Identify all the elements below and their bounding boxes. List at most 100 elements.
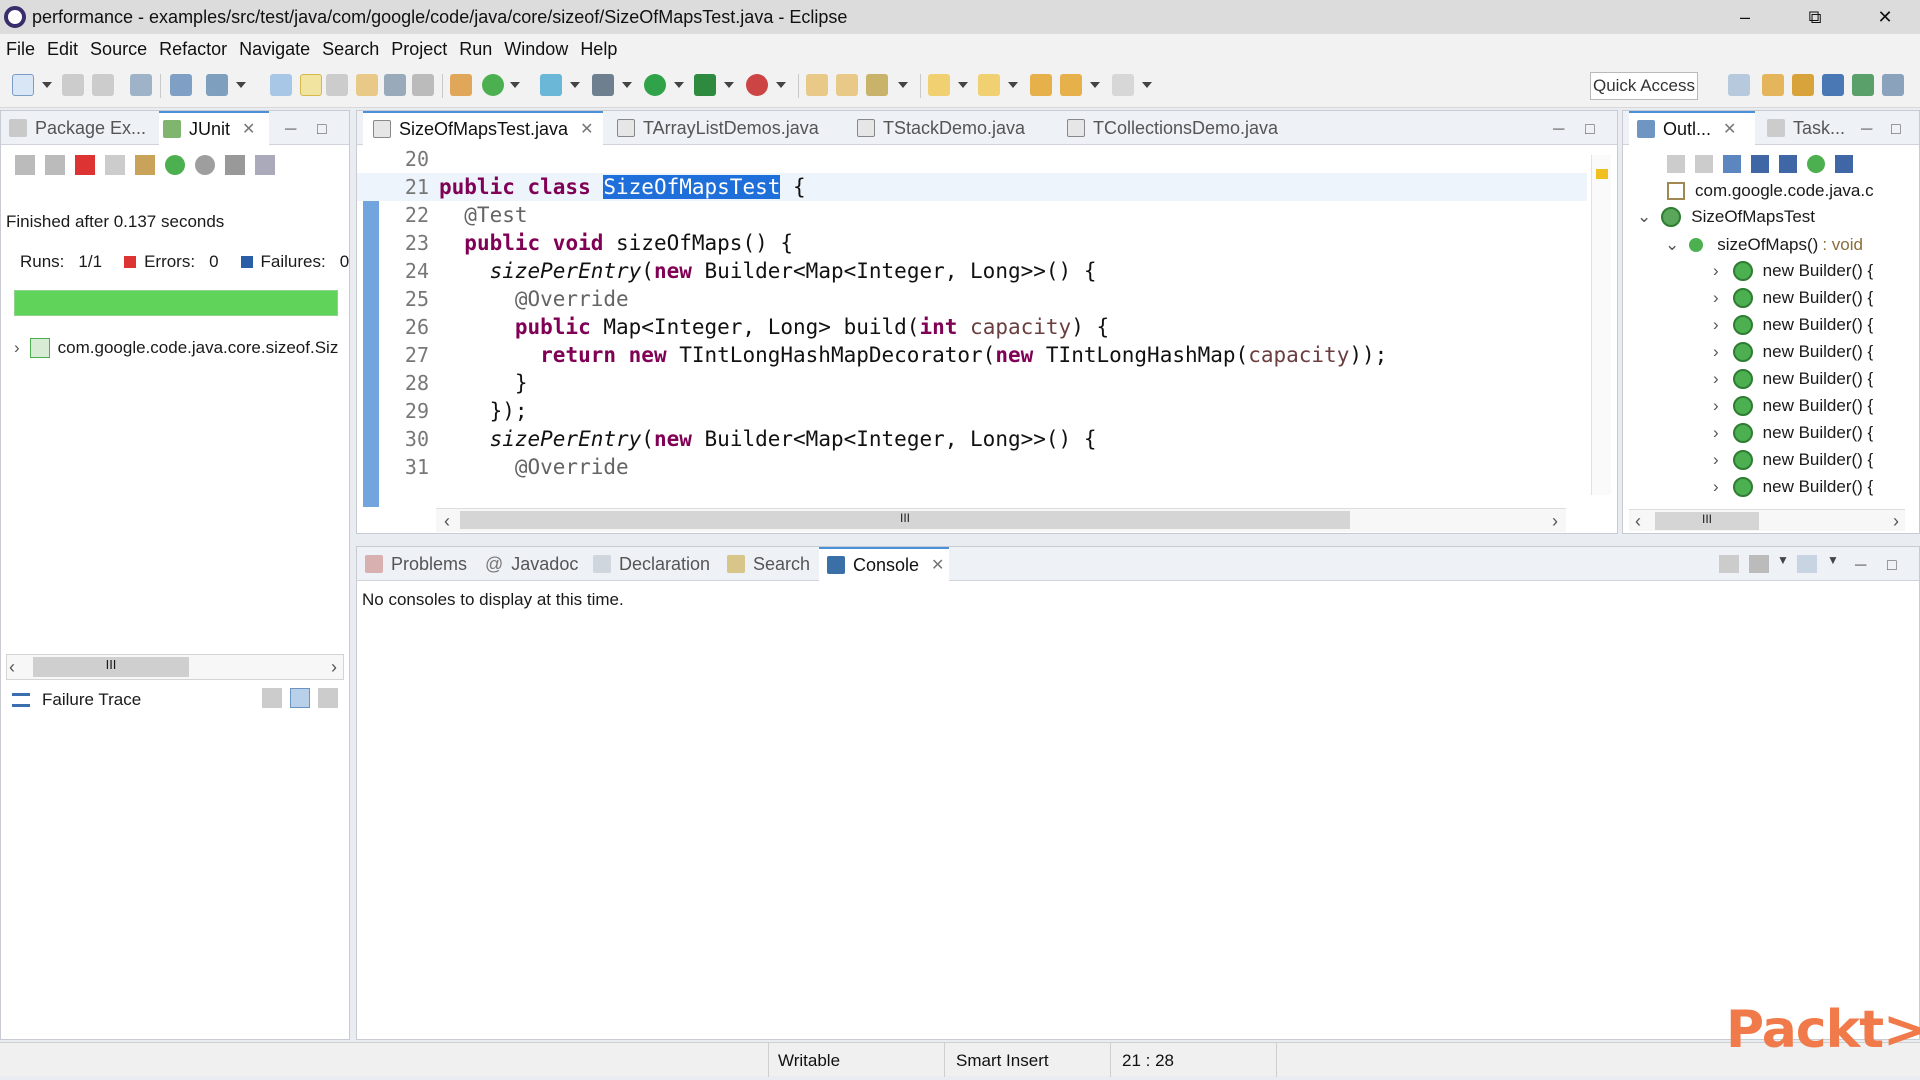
- maximize-view-icon[interactable]: □: [1585, 121, 1595, 139]
- prev-failure-icon[interactable]: [45, 155, 65, 175]
- outline-builder[interactable]: › new Builder() {: [1713, 477, 1873, 497]
- java-ee-perspective-icon[interactable]: [1762, 74, 1784, 96]
- chevron-down-icon[interactable]: ⌄: [1665, 235, 1679, 255]
- close-icon[interactable]: ✕: [580, 119, 593, 139]
- scroll-right-icon[interactable]: ›: [1893, 511, 1899, 532]
- block-icon[interactable]: [384, 74, 406, 96]
- outline-builder[interactable]: › new Builder() {: [1713, 369, 1873, 389]
- outline-builder[interactable]: › new Builder() {: [1713, 450, 1873, 470]
- tab-sizeofmapstest[interactable]: SizeOfMapsTest.java ✕: [363, 111, 603, 145]
- warning-marker-icon[interactable]: [1596, 169, 1608, 179]
- next-annotation-icon[interactable]: [928, 74, 950, 96]
- save-icon[interactable]: [62, 74, 84, 96]
- menu-window[interactable]: Window: [504, 39, 568, 60]
- close-icon[interactable]: ✕: [931, 555, 944, 575]
- scrollbar-thumb[interactable]: III: [460, 511, 1350, 529]
- open-task-icon[interactable]: [836, 74, 858, 96]
- scroll-left-icon[interactable]: ‹: [444, 511, 450, 532]
- test-tree-item[interactable]: › com.google.code.java.core.sizeof.Siz: [14, 338, 338, 358]
- menu-project[interactable]: Project: [391, 39, 447, 60]
- git-perspective-icon[interactable]: [1792, 74, 1814, 96]
- outline-method[interactable]: ⌄ sizeOfMaps() : void: [1665, 235, 1863, 255]
- show-failures-icon[interactable]: [75, 155, 95, 175]
- filter-stack-icon[interactable]: [262, 688, 282, 708]
- minimize-button[interactable]: –: [1710, 0, 1780, 34]
- save-all-icon[interactable]: [92, 74, 114, 96]
- minimize-view-icon[interactable]: ─: [285, 121, 296, 139]
- package-icon[interactable]: [450, 74, 472, 96]
- minimize-view-icon[interactable]: ─: [1553, 121, 1564, 139]
- scroll-right-icon[interactable]: ›: [1552, 511, 1558, 532]
- horizontal-scrollbar[interactable]: ‹ III ›: [6, 654, 344, 680]
- hide-nonpublic-icon[interactable]: [1779, 155, 1797, 173]
- highlight-icon[interactable]: [300, 74, 322, 96]
- next-failure-icon[interactable]: [15, 155, 35, 175]
- code-area[interactable]: 20 21 public class SizeOfMapsTest { 22 @…: [357, 145, 1587, 511]
- open-console-icon[interactable]: [1797, 555, 1817, 573]
- tab-javadoc[interactable]: @ Javadoc: [485, 547, 585, 581]
- debug-icon[interactable]: [592, 74, 614, 96]
- outline-package[interactable]: com.google.code.java.c: [1667, 181, 1874, 201]
- toggle-icon[interactable]: [326, 74, 348, 96]
- external-tools-icon[interactable]: [746, 74, 768, 96]
- link-editor-icon[interactable]: [1835, 155, 1853, 173]
- minimize-view-icon[interactable]: ─: [1861, 121, 1872, 139]
- history-icon[interactable]: [135, 155, 155, 175]
- folder-icon[interactable]: [356, 74, 378, 96]
- tab-task-list[interactable]: Task...: [1759, 111, 1859, 145]
- quick-access-input[interactable]: Quick Access: [1590, 72, 1698, 100]
- tab-junit[interactable]: JUnit ✕: [159, 111, 269, 145]
- tab-tarraylistdemos[interactable]: TArrayListDemos.java: [607, 111, 837, 145]
- outline-builder[interactable]: › new Builder() {: [1713, 315, 1873, 335]
- outline-horizontal-scrollbar[interactable]: ‹ III ›: [1629, 509, 1905, 531]
- menu-file[interactable]: File: [6, 39, 35, 60]
- outline-builder[interactable]: › new Builder() {: [1713, 261, 1873, 281]
- new-dropdown-icon[interactable]: [42, 82, 52, 88]
- chevron-right-icon[interactable]: ›: [14, 338, 20, 358]
- close-button[interactable]: ✕: [1850, 0, 1920, 34]
- collapse-all-icon[interactable]: [1667, 155, 1685, 173]
- outline-class[interactable]: ⌄ SizeOfMapsTest: [1637, 207, 1815, 227]
- prev-annotation-icon[interactable]: [978, 74, 1000, 96]
- stop-icon[interactable]: [225, 155, 245, 175]
- team-perspective-icon[interactable]: [1882, 74, 1904, 96]
- scrollbar-thumb[interactable]: III: [1655, 512, 1759, 530]
- copy-trace-icon[interactable]: [318, 688, 338, 708]
- close-icon[interactable]: ✕: [242, 119, 255, 139]
- hide-fields-icon[interactable]: [1723, 155, 1741, 173]
- scroll-right-icon[interactable]: ›: [331, 657, 337, 678]
- search-tool-icon[interactable]: [866, 74, 888, 96]
- vertical-scrollbar[interactable]: [1591, 155, 1611, 495]
- back-icon[interactable]: [1060, 74, 1082, 96]
- chevron-down-icon[interactable]: ▼: [1777, 553, 1789, 567]
- maximize-view-icon[interactable]: □: [1887, 557, 1897, 575]
- editor-horizontal-scrollbar[interactable]: ‹ III ›: [436, 508, 1566, 532]
- restore-button[interactable]: ⧉: [1780, 0, 1850, 34]
- java-perspective-icon[interactable]: [1822, 74, 1844, 96]
- whitespace-icon[interactable]: [412, 74, 434, 96]
- maximize-view-icon[interactable]: □: [317, 121, 327, 139]
- menu-refactor[interactable]: Refactor: [159, 39, 227, 60]
- test-run-history-icon[interactable]: [255, 155, 275, 175]
- open-folder-icon[interactable]: [806, 74, 828, 96]
- open-type-icon[interactable]: [270, 74, 292, 96]
- scroll-left-icon[interactable]: ‹: [9, 657, 15, 678]
- run-icon[interactable]: [644, 74, 666, 96]
- pin-console-icon[interactable]: [1719, 555, 1739, 573]
- outline-builder[interactable]: › new Builder() {: [1713, 288, 1873, 308]
- outline-builder[interactable]: › new Builder() {: [1713, 423, 1873, 443]
- forward-icon[interactable]: [1112, 74, 1134, 96]
- minimize-view-icon[interactable]: ─: [1855, 557, 1866, 575]
- last-edit-icon[interactable]: [1030, 74, 1052, 96]
- menu-edit[interactable]: Edit: [47, 39, 78, 60]
- debug-view-icon[interactable]: [206, 74, 228, 96]
- debug-perspective-icon[interactable]: [1852, 74, 1874, 96]
- display-console-icon[interactable]: [1749, 555, 1769, 573]
- menu-search[interactable]: Search: [322, 39, 379, 60]
- menu-navigate[interactable]: Navigate: [239, 39, 310, 60]
- menu-run[interactable]: Run: [459, 39, 492, 60]
- terminal-icon[interactable]: [130, 74, 152, 96]
- close-icon[interactable]: ✕: [1723, 119, 1736, 139]
- rerun-icon[interactable]: [165, 155, 185, 175]
- tab-problems[interactable]: Problems: [365, 547, 475, 581]
